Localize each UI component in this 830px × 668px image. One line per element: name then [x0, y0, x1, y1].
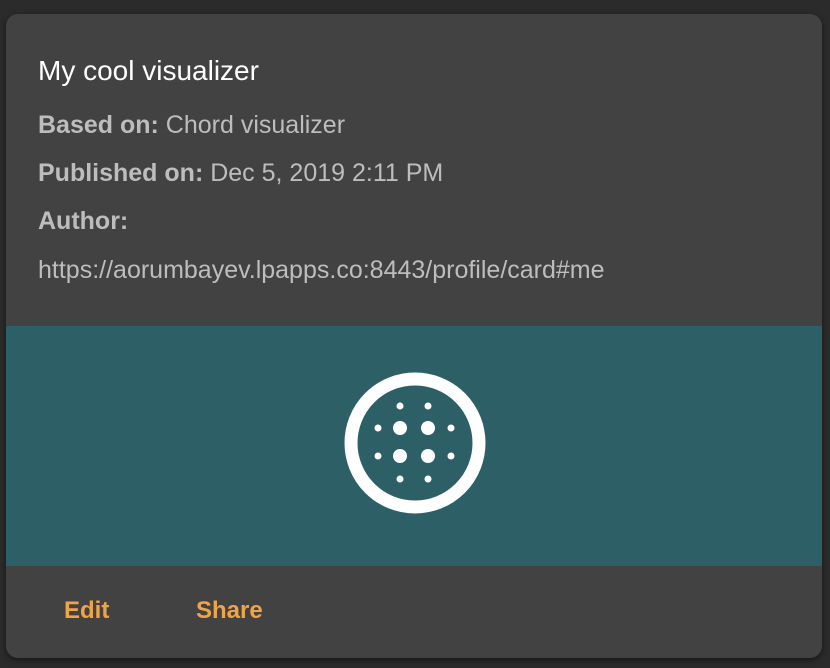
- based-on-label: Based on:: [38, 111, 159, 139]
- card-title: My cool visualizer: [38, 55, 259, 86]
- author-label: Author:: [38, 207, 129, 235]
- author-url: https://aorumbayev.lpapps.co:8443/profil…: [38, 256, 605, 284]
- card-actions: Edit Share: [6, 566, 822, 658]
- published-on-label: Published on:: [38, 159, 204, 187]
- share-button[interactable]: Share: [196, 597, 263, 625]
- published-on-row: Published on: Dec 5, 2019 2:11 PM: [38, 159, 443, 188]
- dotted-circle-icon: [344, 372, 486, 514]
- card-content: My cool visualizer Based on: Chord visua…: [6, 14, 822, 326]
- based-on-row: Based on: Chord visualizer: [38, 111, 345, 140]
- card-media: [6, 326, 822, 566]
- edit-button[interactable]: Edit: [64, 597, 109, 625]
- published-on-value: Dec 5, 2019 2:11 PM: [203, 159, 444, 187]
- visualizer-card: My cool visualizer Based on: Chord visua…: [6, 14, 822, 658]
- based-on-value: Chord visualizer: [158, 111, 346, 139]
- author-row: Author:: [38, 207, 128, 236]
